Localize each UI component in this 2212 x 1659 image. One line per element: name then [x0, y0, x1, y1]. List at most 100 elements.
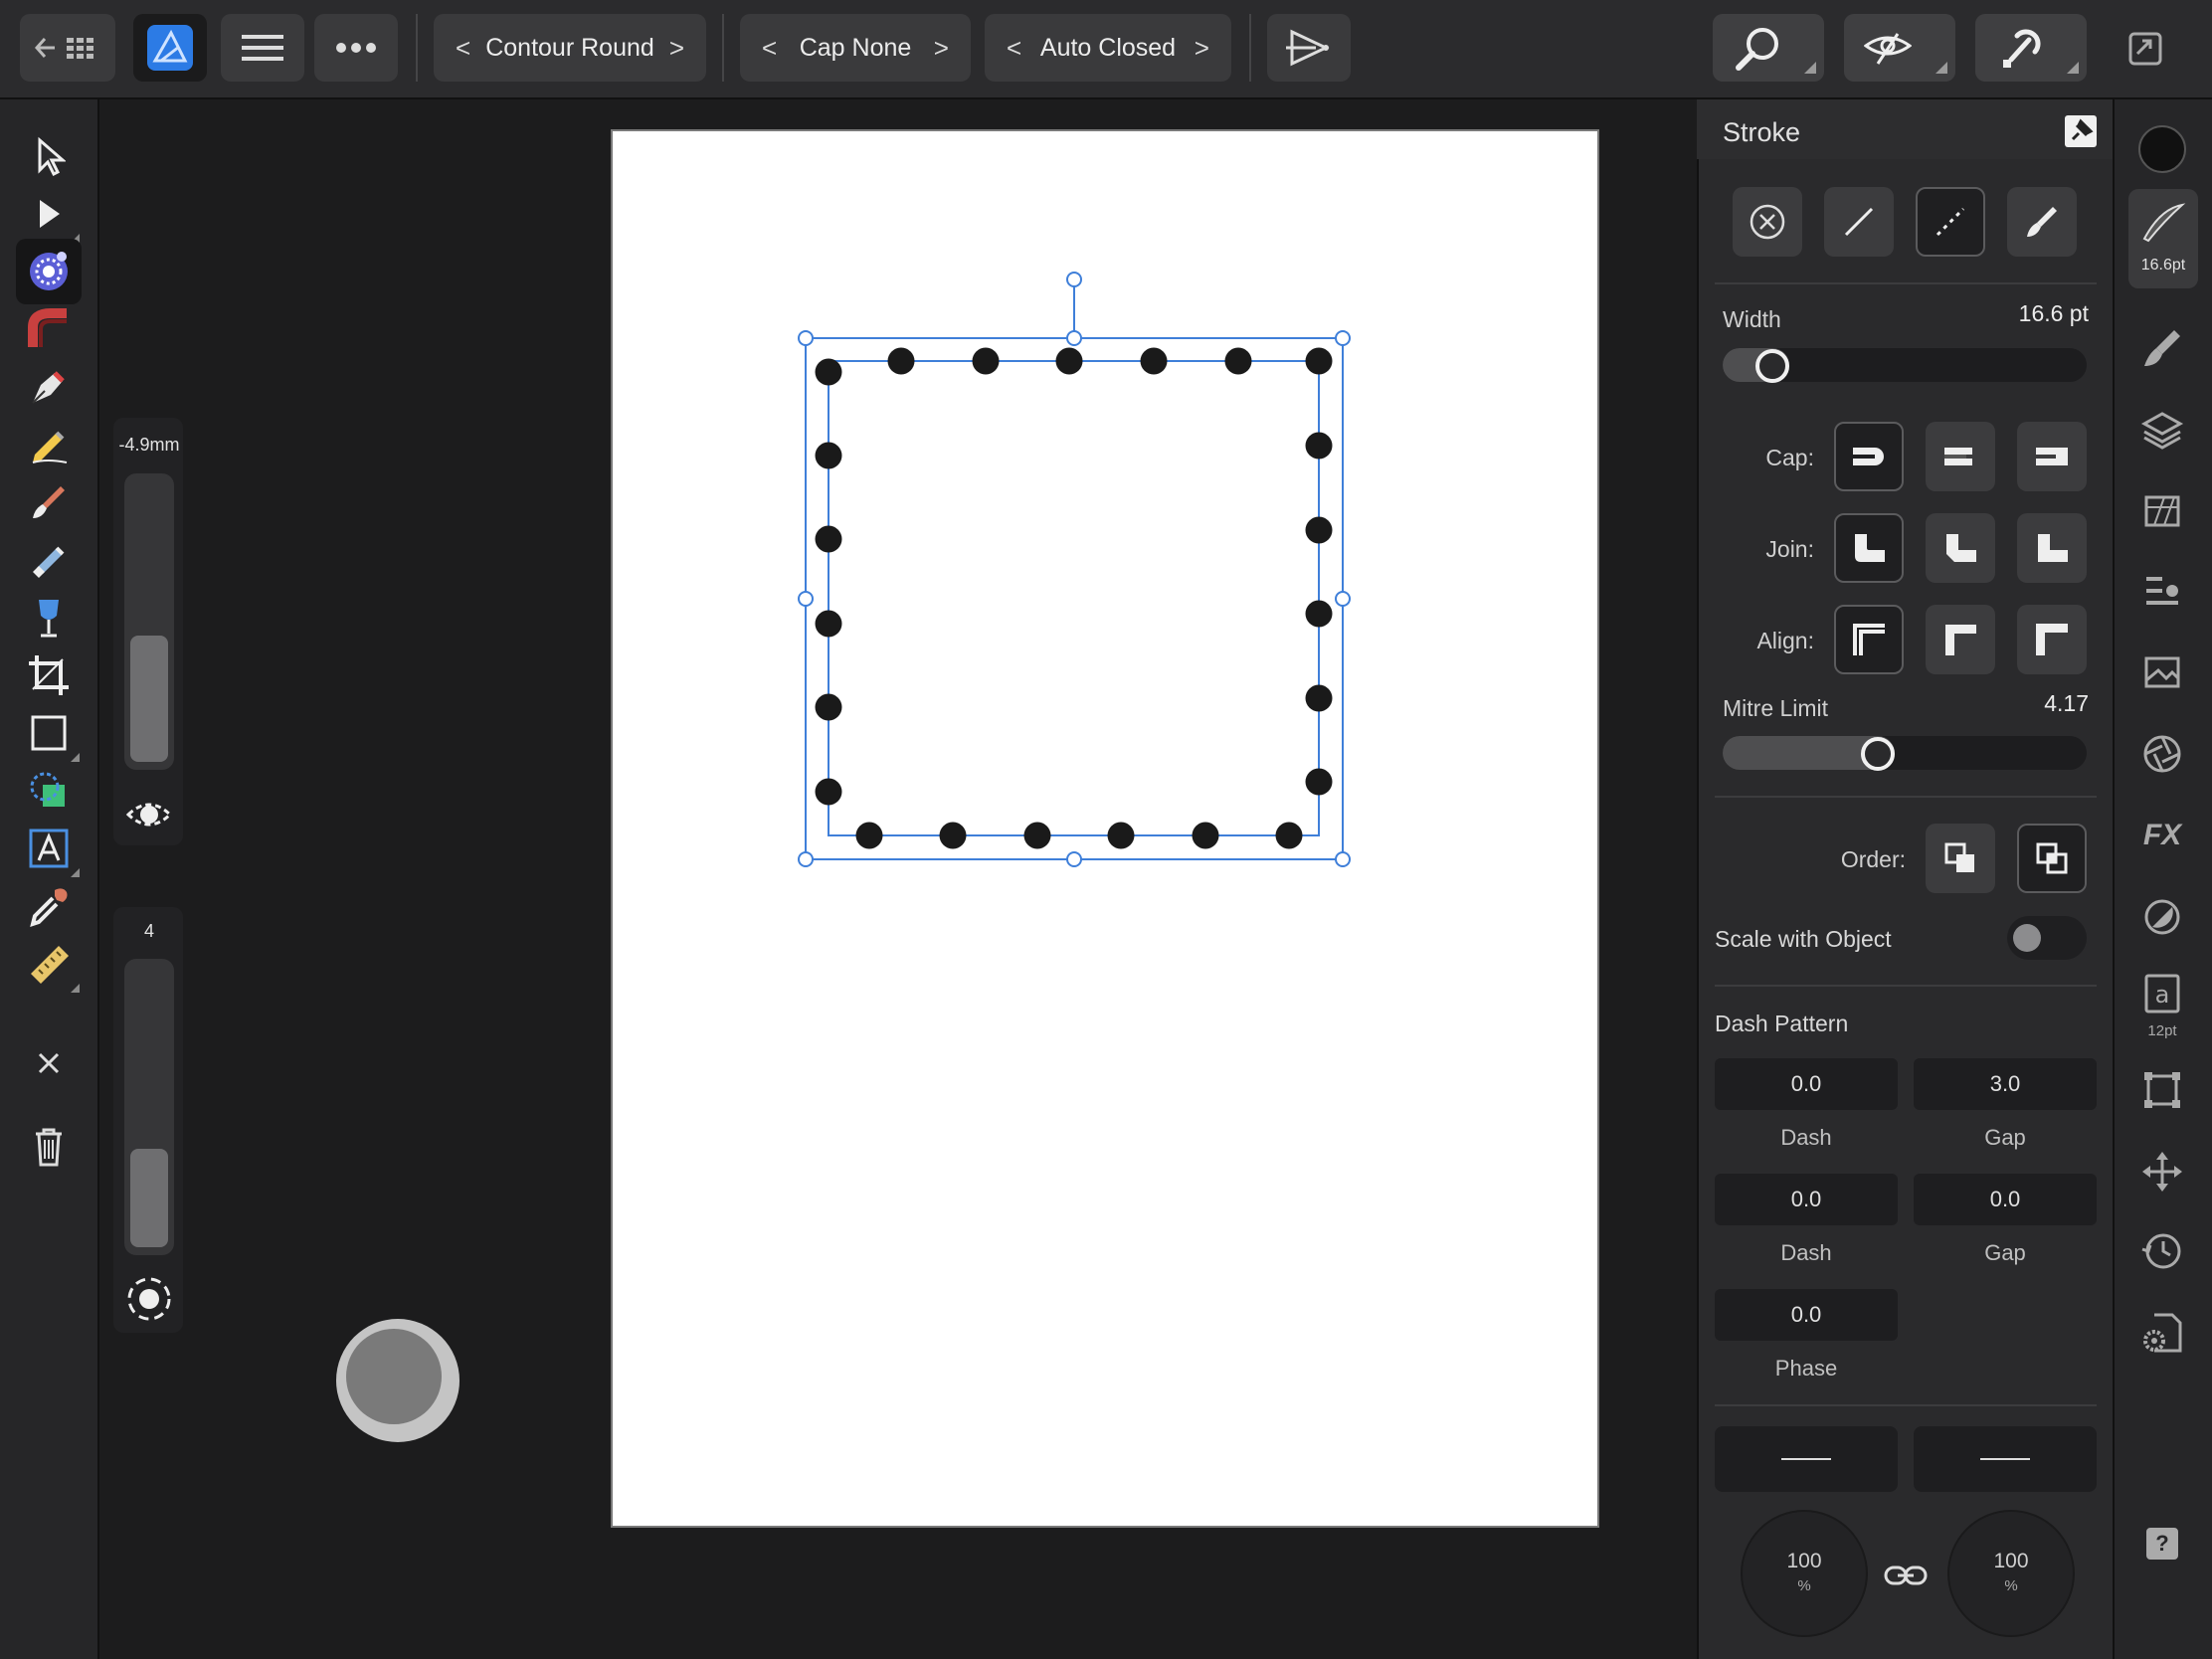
gap-1-field[interactable]: 3.0	[1914, 1058, 2097, 1110]
order-behind-button[interactable]	[1926, 824, 1995, 893]
order-front-icon	[2036, 842, 2068, 874]
width-value: 16.6 pt	[2018, 300, 2089, 326]
dashed-line-icon	[1936, 207, 1965, 237]
effects-studio-button[interactable]: FX	[2122, 796, 2202, 875]
dash-2-field[interactable]: 0.0	[1715, 1174, 1898, 1225]
fx-icon: FX	[2142, 819, 2182, 851]
end-arrowhead-line-icon	[1980, 1458, 2030, 1460]
cap-square-icon	[1944, 448, 1980, 465]
transform-studio-button[interactable]	[2122, 1050, 2202, 1130]
dash-2-label: Dash	[1780, 1240, 1832, 1265]
mitre-limit-label: Mitre Limit	[1723, 695, 1829, 721]
join-bevel-icon	[1946, 534, 1976, 562]
scale-with-object-toggle[interactable]	[2007, 916, 2087, 960]
end-arrowhead-scale-dial[interactable]: 100 %	[1947, 1510, 2075, 1637]
cap-square-button[interactable]	[2017, 422, 2087, 491]
document-settings-button[interactable]	[2122, 1293, 2202, 1373]
transparency-studio-button[interactable]	[2122, 877, 2202, 957]
stroke-dot	[1305, 347, 1333, 375]
help-button[interactable]: ?	[2146, 1528, 2178, 1560]
apply-button-inner	[346, 1329, 442, 1424]
fullscreen-icon[interactable]	[2128, 32, 2162, 66]
end-scale-value: 100	[1993, 1550, 2029, 1572]
align-inside-button[interactable]	[1926, 605, 1995, 674]
mitre-slider-thumb[interactable]	[1861, 737, 1895, 771]
start-arrowhead-scale-dial[interactable]: 100 %	[1741, 1510, 1868, 1637]
cap-round-button[interactable]	[1926, 422, 1995, 491]
gradient-circle-icon	[2144, 899, 2180, 935]
stock-studio-button[interactable]	[2122, 633, 2202, 712]
history-studio-button[interactable]	[2122, 1211, 2202, 1291]
apply-button[interactable]	[336, 1319, 460, 1442]
dash-pattern-title: Dash Pattern	[1715, 1011, 1849, 1036]
snapping-button[interactable]	[1975, 14, 2087, 82]
stroke-brush-button[interactable]	[2007, 187, 2077, 257]
none-circle-x-icon	[1750, 204, 1785, 240]
align-inside-icon	[1943, 623, 1976, 655]
zoom-button[interactable]	[1713, 14, 1824, 82]
join-round-button[interactable]	[1834, 513, 1904, 583]
color-studio-button[interactable]	[2122, 109, 2202, 189]
width-slider-thumb[interactable]	[1755, 349, 1789, 383]
order-behind-icon	[1944, 842, 1974, 872]
cap-butt-button[interactable]	[1834, 422, 1904, 491]
appearance-studio-button[interactable]	[2122, 471, 2202, 551]
zoom-icon	[1736, 28, 1778, 71]
align-label: Align:	[1756, 628, 1814, 653]
character-studio-button[interactable]: a 12pt	[2122, 959, 2202, 1054]
stroke-dot	[815, 610, 842, 638]
text-styles-studio-button[interactable]	[2122, 553, 2202, 633]
scale-with-object-label: Scale with Object	[1715, 926, 1892, 952]
stroke-dot	[1140, 347, 1168, 375]
dash-1-label: Dash	[1780, 1125, 1832, 1150]
order-front-button[interactable]	[2017, 824, 2087, 893]
stroke-studio-button[interactable]: 16.6pt	[2128, 189, 2198, 288]
image-stock-icon	[2144, 656, 2180, 688]
join-bevel-button[interactable]	[1926, 513, 1995, 583]
panel-divider	[1715, 282, 2097, 284]
join-round-icon	[1855, 534, 1885, 562]
stroke-width-badge: 16.6pt	[2140, 257, 2186, 274]
brush-icon	[2144, 330, 2180, 366]
stroke-dot	[1305, 516, 1333, 544]
stroke-dot	[1192, 822, 1219, 849]
stroke-solid-button[interactable]	[1824, 187, 1894, 257]
mitre-limit-value: 4.17	[2044, 690, 2089, 716]
layers-studio-button[interactable]	[2122, 390, 2202, 469]
navigator-studio-button[interactable]	[2122, 1132, 2202, 1211]
brushes-studio-button[interactable]	[2122, 308, 2202, 388]
view-mode-icon	[1864, 33, 1912, 65]
start-arrowhead-button[interactable]	[1715, 1426, 1898, 1492]
width-label: Width	[1723, 306, 1781, 332]
stroke-dot	[1305, 768, 1333, 796]
character-glyph: a	[2155, 981, 2170, 1009]
gap-1-label: Gap	[1984, 1125, 2026, 1150]
view-mode-button[interactable]	[1844, 14, 1955, 82]
stroke-dashed-button[interactable]	[1916, 187, 1985, 257]
gap-2-field[interactable]: 0.0	[1914, 1174, 2097, 1225]
mitre-limit-slider[interactable]	[1723, 736, 2087, 771]
document-gear-icon	[2143, 1313, 2182, 1353]
start-scale-value: 100	[1786, 1550, 1822, 1572]
align-center-button[interactable]	[1834, 605, 1904, 674]
aperture-icon	[2143, 735, 2181, 773]
align-outside-button[interactable]	[2017, 605, 2087, 674]
join-miter-button[interactable]	[2017, 513, 2087, 583]
character-text-icon: a 12pt	[2144, 974, 2180, 1039]
dash-1-field[interactable]: 0.0	[1715, 1058, 1898, 1110]
link-icon[interactable]	[1884, 1564, 1928, 1587]
appearance-icon	[2144, 495, 2180, 527]
end-arrowhead-button[interactable]	[1914, 1426, 2097, 1492]
transform-bounds-icon	[2144, 1072, 2180, 1108]
order-label: Order:	[1840, 846, 1906, 872]
brush-stroke-icon	[2027, 207, 2057, 237]
phase-field[interactable]: 0.0	[1715, 1289, 1898, 1341]
panel-divider	[1715, 796, 2097, 798]
color-circle-icon	[2138, 125, 2186, 173]
panel-divider	[1715, 1404, 2097, 1406]
pin-icon[interactable]	[2065, 115, 2097, 147]
stroke-dot	[815, 778, 842, 806]
stroke-none-button[interactable]	[1733, 187, 1802, 257]
width-slider[interactable]	[1723, 348, 2087, 383]
symbols-studio-button[interactable]	[2122, 714, 2202, 794]
